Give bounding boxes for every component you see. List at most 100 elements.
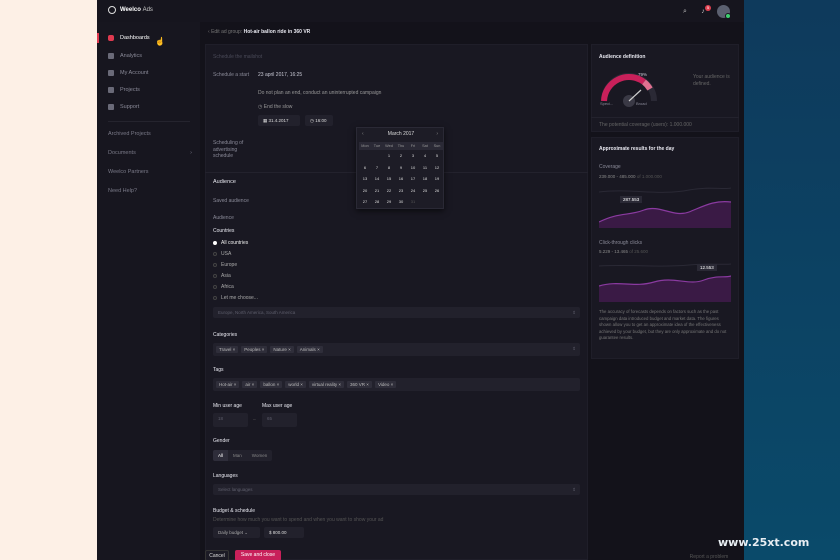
country-option[interactable]: USA [213,251,231,257]
sidebar-help[interactable]: Need Help? [108,188,192,194]
tag-chip[interactable]: world × [285,381,306,388]
main-content: ‹ Edit ad group: Hot-air ballon ride in … [200,22,744,560]
no-end-option[interactable]: Do not plan an end, conduct an uninterru… [258,90,381,96]
gender-all[interactable]: All [213,450,229,461]
tag-chip[interactable]: virtual reality × [308,381,345,388]
calendar-day[interactable]: 6 [359,164,371,172]
gender-label: Gender [213,438,230,444]
country-option[interactable]: All countries [213,240,248,246]
calendar-day[interactable]: 23 [395,187,407,195]
calendar-day[interactable]: 11 [419,164,431,172]
logo[interactable]: Weelco Ads [108,6,153,14]
calendar-day[interactable]: 29 [383,198,395,206]
report-button[interactable]: Report a problem [682,552,736,560]
category-chip[interactable]: Animals × [296,346,323,353]
avatar[interactable] [717,5,731,19]
radio-icon [213,252,217,256]
calendar-day[interactable]: 19 [431,175,443,183]
sidebar-item-support[interactable]: Support [97,101,200,113]
country-option[interactable]: Europe [213,262,237,268]
calendar-day[interactable]: 15 [383,175,395,183]
calendar-day[interactable]: 22 [383,187,395,195]
calendar-day[interactable]: 1 [383,152,395,160]
budget-amount-input[interactable]: $ 800.00 [264,527,304,538]
categories-label: Categories [213,332,238,338]
calendar-day[interactable]: 27 [359,198,371,206]
app-window: Weelco Ads ⌕ ♪ 5 Dashboards Analytics My … [97,0,744,560]
breadcrumb[interactable]: ‹ Edit ad group: Hot-air ballon ride in … [208,29,310,35]
weekday: Sun [433,144,441,148]
next-month-icon[interactable]: › [436,131,438,137]
gender-women[interactable]: Women [247,450,272,461]
tag-chip[interactable]: Video × [374,381,397,388]
calendar-day[interactable]: 24 [407,187,419,195]
calendar-day[interactable]: 16 [395,175,407,183]
end-option[interactable]: ◷ End the slow [258,104,292,110]
calendar-day[interactable]: 20 [359,187,371,195]
sidebar-archived[interactable]: Archived Projects [108,131,192,137]
chip-label: 360 VR [350,382,366,387]
tags-input[interactable]: Hot-air × air × ballon × world × virtual rea… [213,378,580,391]
calendar-day[interactable]: 21 [371,187,383,195]
calendar-day[interactable]: 2 [395,152,407,160]
bell-icon[interactable]: ♪ 5 [699,4,711,16]
end-time-field[interactable]: ◷ 16:00 [305,115,333,126]
radio-icon [213,263,217,267]
country-label: Let me choose... [221,295,258,301]
sidebar-item-analytics[interactable]: Analytics [97,50,200,62]
calendar-day[interactable]: 31 [407,198,419,206]
calendar-day[interactable]: 9 [395,164,407,172]
tag-chip[interactable]: Hot-air × [216,381,240,388]
save-button[interactable]: Save and close [235,550,281,560]
calendar-day[interactable]: 5 [431,152,443,160]
countries-input[interactable]: Europe, North America, South America ⇕ [213,307,580,318]
calendar-day[interactable]: 12 [431,164,443,172]
sidebar-item-dashboards[interactable]: Dashboards [97,32,200,44]
tags-label: Tags [213,367,224,373]
cancel-button[interactable]: Cancel [205,550,229,560]
calendar-day[interactable]: 30 [395,198,407,206]
calendar-day[interactable]: 7 [371,164,383,172]
sidebar-item-projects[interactable]: Projects [97,84,200,96]
calendar-day[interactable]: 4 [419,152,431,160]
tag-chip[interactable]: air × [242,381,258,388]
calendar-day[interactable]: 10 [407,164,419,172]
languages-input[interactable]: Select languages ⇕ [213,484,580,495]
min-age-value: 18 [218,416,224,421]
gender-man[interactable]: Man [228,450,247,461]
tag-chip[interactable]: 360 VR × [347,381,372,388]
gender-toggle[interactable]: All Man Women [213,450,273,461]
category-chip[interactable]: Peoples × [241,346,268,353]
country-option[interactable]: Asia [213,273,231,279]
sidebar-item-account[interactable]: My Account [97,67,200,79]
min-age-stepper[interactable]: 18 [213,413,248,427]
country-option[interactable]: Africa [213,284,234,290]
max-age-stepper[interactable]: 65 [262,413,297,427]
chevron-icon: ⇕ [572,346,576,351]
end-date-field[interactable]: ▦ 31.4.2017 [258,115,300,126]
calendar-day[interactable]: 3 [407,152,419,160]
category-chip[interactable]: Travel × [216,346,239,353]
calendar-day[interactable]: 18 [419,175,431,183]
calendar-day[interactable]: 26 [431,187,443,195]
start-value[interactable]: 23 april 2017, 16:25 [258,72,302,78]
sidebar-item-label: My Account [120,70,149,76]
category-chip[interactable]: Nature × [270,346,294,353]
tag-chip[interactable]: ballon × [260,381,283,388]
calendar-day[interactable]: 14 [371,175,383,183]
calendar-day[interactable]: 17 [407,175,419,183]
categories-input[interactable]: Travel × Peoples × Nature × Animals × ⇕ [213,343,580,356]
country-option[interactable]: Let me choose... [213,295,258,301]
calendar-day[interactable]: 13 [359,175,371,183]
search-icon[interactable]: ⌕ [681,8,689,16]
calendar-day[interactable]: 8 [383,164,395,172]
budget-label: Budget & schedule [213,508,255,514]
sidebar: Dashboards Analytics My Account Projects… [97,22,200,560]
sidebar-documents[interactable]: Documents › [108,150,192,156]
calendar-day[interactable]: 25 [419,187,431,195]
chip-label: ballon [263,382,276,387]
divider [591,117,739,118]
sidebar-partners[interactable]: Weelco Partners [108,169,192,175]
calendar-day[interactable]: 28 [371,198,383,206]
budget-type-select[interactable]: Daily budget ⌄ [213,527,260,538]
